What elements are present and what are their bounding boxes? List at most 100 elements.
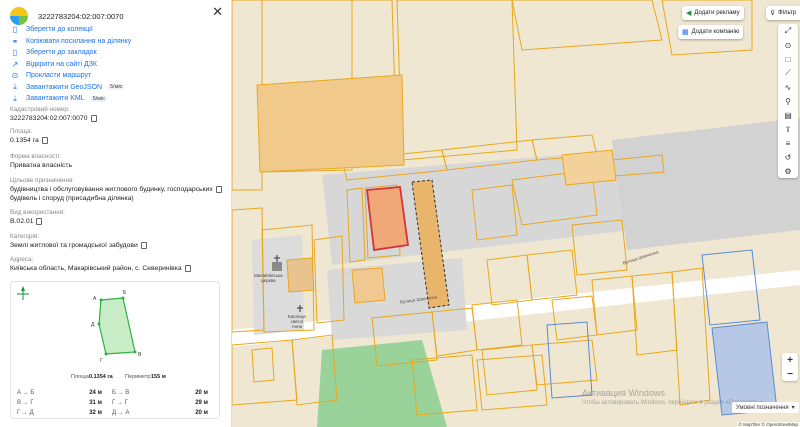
history-icon[interactable]: ↺ <box>778 150 798 164</box>
vertex-dot <box>99 298 103 302</box>
plot-shape-card: А Б В Г Д Площа: 0.1354 га Периметр: 155… <box>10 281 220 419</box>
legend-button[interactable]: Умовні позначення ▾ <box>732 402 799 413</box>
table-row: В → Г 31 м Г → Г 29 м <box>17 400 208 406</box>
share-icon[interactable]: ⇪ <box>778 122 798 136</box>
copy-icon[interactable] <box>184 265 191 272</box>
add-ad-button[interactable]: ◀ Додати рекламу <box>682 6 744 20</box>
settings-icon[interactable]: ⚙ <box>778 164 798 178</box>
field-ownership: Форма власності: Приватна власність <box>10 153 225 170</box>
map-canvas[interactable] <box>232 0 800 427</box>
zoom-controls: + − <box>782 353 798 381</box>
zoom-out-button[interactable]: − <box>782 367 798 381</box>
building <box>612 118 800 250</box>
cadastral-map[interactable]: Вулиця Шевченка Вулиця Шевченка Михайлів… <box>232 0 800 427</box>
action-copy-link[interactable]: ⚭ Копіювати посилання на ділянку <box>10 36 220 48</box>
parcel <box>256 74 405 173</box>
limit-badge: 5/міс <box>108 84 125 91</box>
vertex-label: А <box>93 296 97 302</box>
vertex-dot <box>133 350 137 354</box>
field-label: Кадастровий номер: <box>10 106 70 113</box>
copy-icon[interactable] <box>215 186 222 193</box>
pin-icon[interactable]: ⊙ <box>778 38 798 52</box>
chapel-label: Каплиця святої Анни <box>288 314 306 329</box>
close-icon[interactable]: ✕ <box>212 4 223 20</box>
field-label: Вид використання: <box>10 209 65 216</box>
zoom-in-button[interactable]: + <box>782 353 798 367</box>
bookmark-icon: ▯ <box>12 48 18 58</box>
copy-icon[interactable] <box>140 242 147 249</box>
field-category: Категорія: Землі житлової та громадської… <box>10 233 225 250</box>
plot-perimeter-value: 155 м <box>151 374 166 380</box>
copy-icon[interactable] <box>36 218 43 225</box>
vertex-label: Б <box>123 290 127 296</box>
print-icon[interactable]: ▤ <box>778 108 798 122</box>
use-value: В.02.01 <box>10 218 34 225</box>
plot-shape: А Б В Г Д Площа: 0.1354 га Периметр: 155… <box>17 286 166 380</box>
plot-polygon <box>98 297 136 355</box>
download-icon: ⤓ <box>13 82 17 92</box>
line-icon[interactable]: ∿ <box>778 80 798 94</box>
limit-badge: 5/міс <box>90 95 107 102</box>
vertex-label: В <box>138 352 142 358</box>
compass-icon <box>17 286 29 300</box>
add-company-button[interactable]: ▦ Додати компанію <box>678 25 744 39</box>
field-purpose: Цільове призначення: будівництва і обслу… <box>10 177 225 203</box>
vertex-dot <box>121 296 125 300</box>
vertex-dot <box>104 352 108 356</box>
pin-icon[interactable]: ⚲ <box>778 94 798 108</box>
megaphone-icon: ◀ <box>686 10 692 17</box>
church-label: Михайлівська церква <box>254 273 283 283</box>
field-label: Площа: <box>10 128 33 135</box>
field-cadastre: Кадастровий номер: 3222783204:02:007:007… <box>10 106 225 123</box>
purpose-value-cont: будівель і споруд (присадибна ділянка) <box>10 195 134 202</box>
purpose-value: будівництва і обслуговування житлового б… <box>10 186 213 193</box>
copy-icon[interactable] <box>41 137 48 144</box>
ruler-icon[interactable]: ⟋ <box>778 66 798 80</box>
map-toolbar: ⤢ ⊙ □ ⟋ ∿ ⚲ ▤ ⇪ ≡ ↺ ⚙ <box>778 24 798 178</box>
search-input-value[interactable]: 3222783204:02:007:0070 <box>38 12 124 21</box>
action-save-collection[interactable]: ▯ Зберегти до колекції <box>10 24 220 36</box>
info-panel: 3222783204:02:007:0070 ✕ ▯ Зберегти до к… <box>0 0 232 427</box>
cadastre-number: 3222783204:02:007:0070 <box>10 115 88 122</box>
filter-button[interactable]: ⊽ Фільтр <box>766 6 800 20</box>
field-label: Категорія: <box>10 233 40 240</box>
address-value: Київська область, Макарівський район, с.… <box>10 265 182 272</box>
vertex-label: Г <box>100 358 103 364</box>
ownership-value: Приватна власність <box>10 162 73 169</box>
bookmark-icon: ▯ <box>12 25 18 35</box>
segment-table: А → Б 24 м Б → В 20 м В → Г 31 м Г → Г 2… <box>17 388 217 418</box>
parcel <box>561 149 617 186</box>
layers-icon[interactable]: ≡ <box>778 136 798 150</box>
action-download-kml[interactable]: ⤓ Завантажити KML 5/міс <box>10 93 220 105</box>
table-row: Г → Д 32 м Д → А 20 м <box>17 410 208 416</box>
link-icon: ⚭ <box>11 36 19 46</box>
area-value: 0.1354 га <box>10 137 39 144</box>
blue-parcel <box>546 321 593 399</box>
action-open-dzk[interactable]: ↗ Відкрити на сайті ДЗК <box>10 59 220 71</box>
parcel <box>286 257 315 293</box>
vertex-label: Д <box>91 322 95 328</box>
square-icon[interactable]: □ <box>778 52 798 66</box>
field-area: Площа: 0.1354 га <box>10 128 225 145</box>
field-label: Адреса: <box>10 256 34 263</box>
filter-icon: ⊽ <box>770 10 776 17</box>
action-save-bookmark[interactable]: ▯ Зберегти до закладок <box>10 47 220 59</box>
copy-icon[interactable] <box>90 115 97 122</box>
plot-area-label: Площа: <box>71 374 91 380</box>
action-list: ▯ Зберегти до колекції ⚭ Копіювати посил… <box>10 24 220 105</box>
building-icon: ▦ <box>682 29 689 36</box>
route-icon: ⊙ <box>11 71 19 81</box>
category-value: Землі житлової та громадської забудови <box>10 242 138 249</box>
action-route[interactable]: ⊙ Прокласти маршрут <box>10 70 220 82</box>
action-download-geojson[interactable]: ⤓ Завантажити GeoJSON 5/міс <box>10 82 220 94</box>
chevron-down-icon: ▾ <box>791 405 795 411</box>
table-row: А → Б 24 м Б → В 20 м <box>17 390 208 396</box>
field-label: Форма власності: <box>10 153 62 160</box>
map-attribution[interactable]: © MapTiler © OpenStreetMap <box>736 422 800 427</box>
field-use: Вид використання: В.02.01 <box>10 209 225 226</box>
plot-perimeter-label: Периметр: <box>125 374 152 380</box>
field-address: Адреса: Київська область, Макарівський р… <box>10 256 225 273</box>
expand-icon[interactable]: ⤢ <box>778 24 798 38</box>
field-label: Цільове призначення: <box>10 177 75 184</box>
selected-parcel[interactable] <box>365 186 410 252</box>
